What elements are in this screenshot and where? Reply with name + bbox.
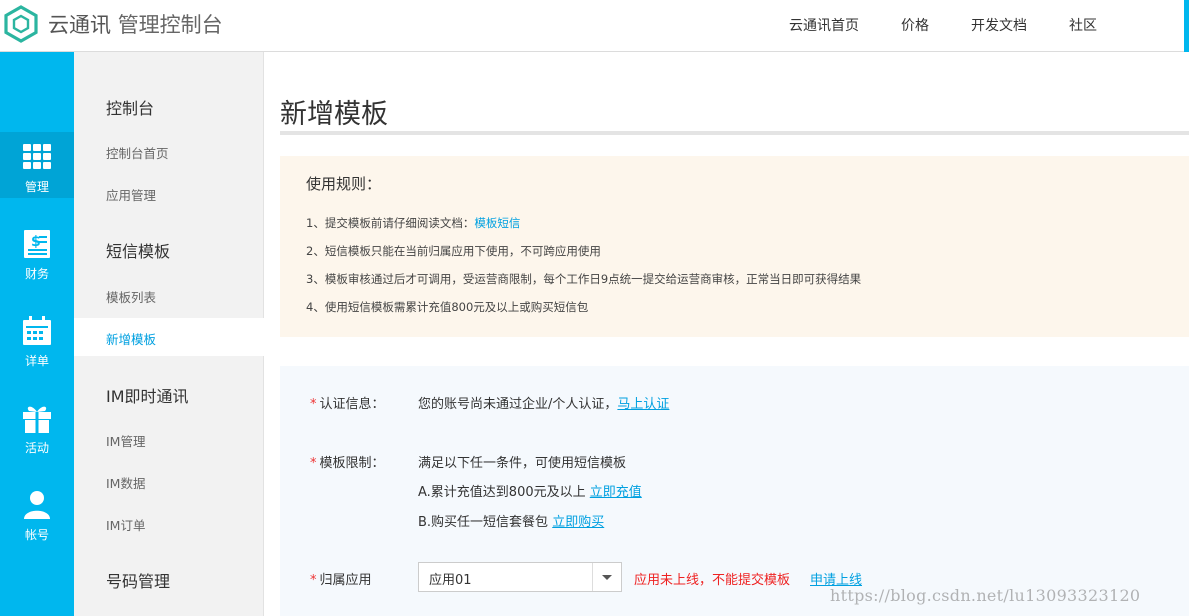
- option-b-text: B.购买任一短信套餐包: [418, 515, 549, 530]
- rule-line-3: 3、模板审核通过后才可调用，受运营商限制，每个工作日9点统一提交给运营商审核，正…: [306, 272, 862, 286]
- menu-item-im-orders[interactable]: IM订单: [106, 515, 145, 534]
- nav-home-link[interactable]: 云通讯首页: [789, 15, 859, 35]
- buy-now-link[interactable]: 立即购买: [552, 515, 604, 530]
- app-label: * 归属应用: [310, 569, 372, 588]
- brand-name: 云通讯: [48, 13, 111, 37]
- app-label-text: 归属应用: [319, 573, 372, 588]
- menu-section-sms-template: 短信模板: [106, 242, 171, 261]
- required-mark: *: [310, 397, 317, 412]
- rules-heading: 使用规则：: [306, 175, 382, 193]
- rail-item-activity[interactable]: 活动: [0, 393, 74, 459]
- auth-text: 您的账号尚未通过企业/个人认证，: [418, 397, 618, 412]
- title-divider: [280, 131, 1189, 135]
- finance-icon: $: [24, 230, 50, 258]
- option-a-text: A.累计充值达到800元及以上: [418, 485, 586, 500]
- option-a: A.累计充值达到800元及以上 立即充值: [418, 481, 642, 500]
- template-sms-doc-link[interactable]: 模板短信: [474, 216, 520, 230]
- rail-item-manage[interactable]: 管理: [0, 132, 74, 198]
- app-select-value: 应用01: [429, 573, 472, 588]
- rail-label: 财务: [24, 267, 49, 281]
- required-mark: *: [310, 573, 317, 588]
- verify-now-link[interactable]: 马上认证: [617, 397, 669, 412]
- required-mark: *: [310, 456, 317, 471]
- limit-label-text: 模板限制：: [319, 456, 385, 471]
- rail-label: 帐号: [24, 528, 49, 542]
- watermark: https://blog.csdn.net/lu13093323120: [830, 586, 1141, 605]
- rail-item-finance[interactable]: $ 财务: [0, 219, 74, 285]
- select-separator: [592, 563, 593, 591]
- rule-line-4: 4、使用短信模板需累计充值800元及以上或购买短信包: [306, 300, 589, 314]
- calendar-icon: [23, 316, 51, 345]
- rule-line-1: 1、提交模板前请仔细阅读文档：模板短信: [306, 215, 520, 231]
- rule-line-2: 2、短信模板只能在当前归属应用下使用，不可跨应用使用: [306, 244, 601, 258]
- app-warning: 应用未上线，不能提交模板: [634, 573, 791, 588]
- menu-item-template-list[interactable]: 模板列表: [106, 287, 156, 306]
- menu-section-im: IM即时通讯: [106, 387, 189, 406]
- grid-icon: [23, 144, 51, 169]
- limit-label: * 模板限制：: [310, 452, 385, 471]
- menu-item-im-manage[interactable]: IM管理: [106, 431, 145, 450]
- nav-pricing-link[interactable]: 价格: [901, 15, 929, 35]
- rail-label: 管理: [24, 180, 49, 194]
- menu-item-im-data[interactable]: IM数据: [106, 473, 145, 492]
- brand-title: 云通讯 管理控制台: [48, 9, 223, 39]
- gift-icon: [23, 406, 51, 433]
- user-icon: [24, 491, 50, 519]
- nav-community-link[interactable]: 社区: [1069, 15, 1097, 35]
- rule-line-1-text: 1、提交模板前请仔细阅读文档：: [306, 216, 475, 230]
- menu-active-highlight: [74, 318, 264, 356]
- chevron-down-icon: [602, 575, 612, 580]
- nav-docs-link[interactable]: 开发文档: [971, 15, 1027, 35]
- template-form: * 认证信息： 您的账号尚未通过企业/个人认证，马上认证 * 模板限制： 满足以下任…: [280, 366, 1189, 616]
- app-select[interactable]: 应用01: [418, 562, 622, 592]
- side-menu: 控制台 控制台首页 应用管理 短信模板 模板列表 新增模板 IM即时通讯 IM管…: [74, 52, 264, 616]
- menu-section-console: 控制台: [106, 99, 155, 118]
- auth-label: * 认证信息：: [310, 393, 385, 412]
- rail-label: 详单: [24, 354, 49, 368]
- rail-item-details[interactable]: 详单: [0, 306, 74, 372]
- icon-rail: 管理 $ 财务 详单 活动 帐号: [0, 52, 74, 616]
- logo-icon: [4, 5, 38, 43]
- brand-subtitle: 管理控制台: [117, 13, 223, 37]
- top-bar: 云通讯 管理控制台 云通讯首页 价格 开发文档 社区: [0, 0, 1189, 52]
- recharge-now-link[interactable]: 立即充值: [590, 485, 642, 500]
- menu-item-app-manage[interactable]: 应用管理: [106, 185, 156, 204]
- limit-text: 满足以下任一条件，可使用短信模板: [418, 456, 627, 471]
- auth-label-text: 认证信息：: [319, 397, 385, 412]
- menu-item-add-template[interactable]: 新增模板: [106, 329, 156, 348]
- auth-value: 您的账号尚未通过企业/个人认证，马上认证: [418, 393, 669, 412]
- page-title: 新增模板: [280, 99, 388, 130]
- option-b: B.购买任一短信套餐包 立即购买: [418, 511, 604, 530]
- menu-section-number-manage: 号码管理: [106, 572, 171, 591]
- menu-item-console-home[interactable]: 控制台首页: [106, 143, 169, 162]
- rail-label: 活动: [24, 441, 49, 455]
- header-accent-bar: [1184, 0, 1189, 52]
- usage-rules-panel: 使用规则： 1、提交模板前请仔细阅读文档：模板短信 2、短信模板只能在当前归属应…: [280, 156, 1189, 337]
- rail-item-account[interactable]: 帐号: [0, 480, 74, 546]
